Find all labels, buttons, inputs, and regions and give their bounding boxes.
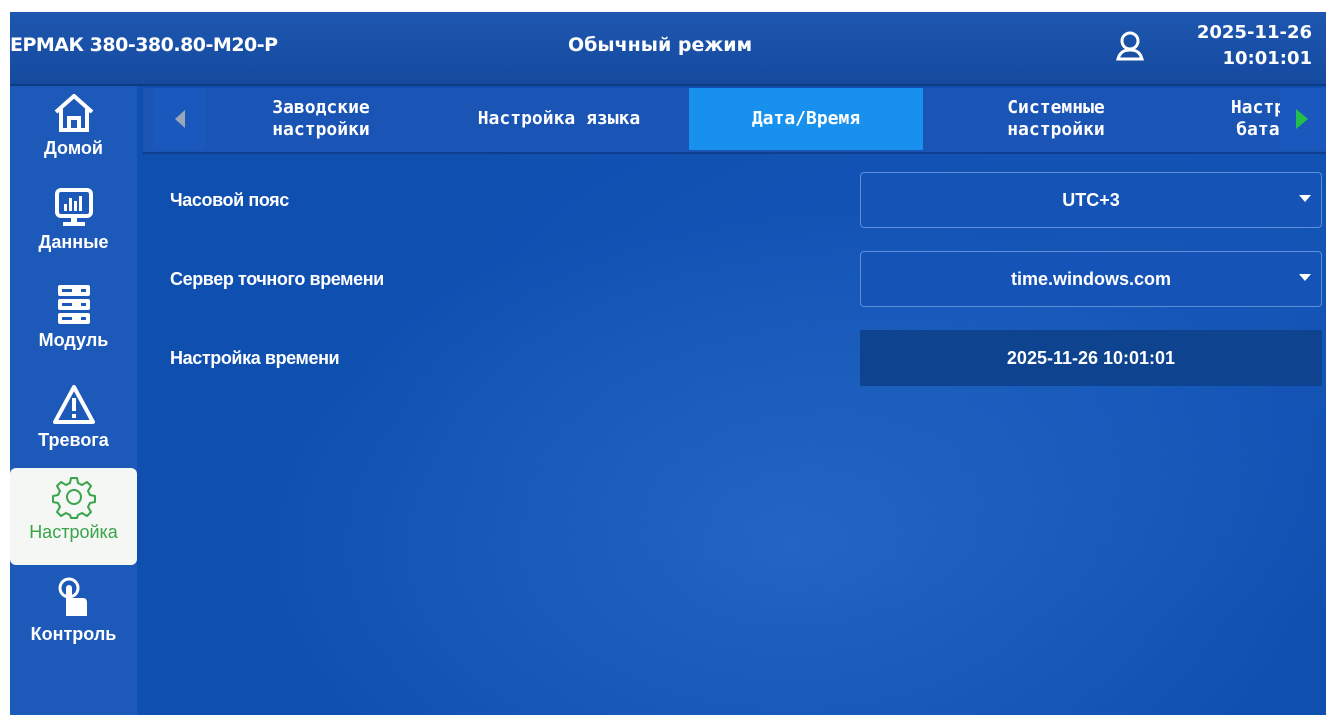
sidebar-item-alarm[interactable]: Тревога [10, 382, 137, 478]
server-icon [57, 285, 90, 324]
sidebar-label-settings: Настройка [29, 522, 118, 542]
sidebar-item-home[interactable]: Домой [10, 90, 137, 186]
monitor-chart-icon [54, 188, 93, 226]
ntp-server-label: Сервер точного времени [170, 269, 384, 289]
timezone-select[interactable]: UTC+3 [860, 172, 1322, 228]
sidebar-label-home: Домой [44, 138, 103, 158]
arrow-left-icon [175, 110, 185, 128]
touch-icon [58, 577, 87, 616]
tab-scroll-left-button[interactable] [153, 88, 205, 150]
tab-system-settings[interactable]: Системные настройки [927, 88, 1185, 150]
warning-icon [52, 385, 95, 424]
timezone-value: UTC+3 [1062, 189, 1120, 210]
time-setting-value: 2025-11-26 10:01:01 [1006, 347, 1176, 368]
tab-factory-settings[interactable]: Заводские настройки [213, 88, 429, 150]
sidebar-label-module: Модуль [38, 330, 109, 350]
chevron-down-icon [1299, 195, 1311, 202]
sidebar-item-settings[interactable]: Настройка [10, 468, 137, 565]
tab-scroll-right-button[interactable] [1280, 88, 1326, 150]
ntp-server-value: time.windows.com [1010, 268, 1172, 289]
clock: 2025-11-26 10:01:01 [1197, 20, 1312, 72]
sidebar-item-module[interactable]: Модуль [10, 282, 137, 378]
clock-time: 10:01:01 [1222, 48, 1312, 69]
device-model: ЕРМАК 380-380.80-М20-Р [10, 34, 278, 56]
header-bar: ЕРМАК 380-380.80-М20-Р Обычный режим 202… [10, 12, 1326, 86]
operating-mode: Обычный режим [568, 34, 753, 56]
time-setting-label: Настройка времени [170, 348, 340, 368]
clock-date: 2025-11-26 [1196, 22, 1312, 43]
tab-language-settings[interactable]: Настройка языка [433, 88, 685, 150]
tab-date-time[interactable]: Дата/Время [689, 88, 923, 150]
ntp-server-select[interactable]: time.windows.com [860, 251, 1322, 307]
gear-icon [51, 477, 96, 519]
tab-bar: Заводские настройки Настройка языка Дата… [143, 88, 1326, 154]
chevron-down-icon [1299, 274, 1311, 281]
sidebar-label-data: Данные [38, 232, 109, 252]
user-icon[interactable] [1114, 30, 1146, 62]
sidebar-item-control[interactable]: Контроль [10, 576, 137, 672]
tab-battery-settings[interactable]: Настр бата [1189, 88, 1285, 150]
timezone-label: Часовой пояс [170, 190, 289, 210]
arrow-right-icon [1296, 109, 1308, 129]
sidebar-label-alarm: Тревога [38, 430, 109, 450]
time-setting-field[interactable]: 2025-11-26 10:01:01 [860, 330, 1322, 386]
sidebar-item-data[interactable]: Данные [10, 184, 137, 280]
sidebar-label-control: Контроль [30, 624, 117, 644]
home-icon [54, 94, 93, 132]
screen: ЕРМАК 380-380.80-М20-Р Обычный режим 202… [10, 12, 1326, 715]
sidebar: Домой Данные Модуль Тревога Настройка Ко… [10, 86, 137, 715]
background-glare [140, 152, 1326, 715]
